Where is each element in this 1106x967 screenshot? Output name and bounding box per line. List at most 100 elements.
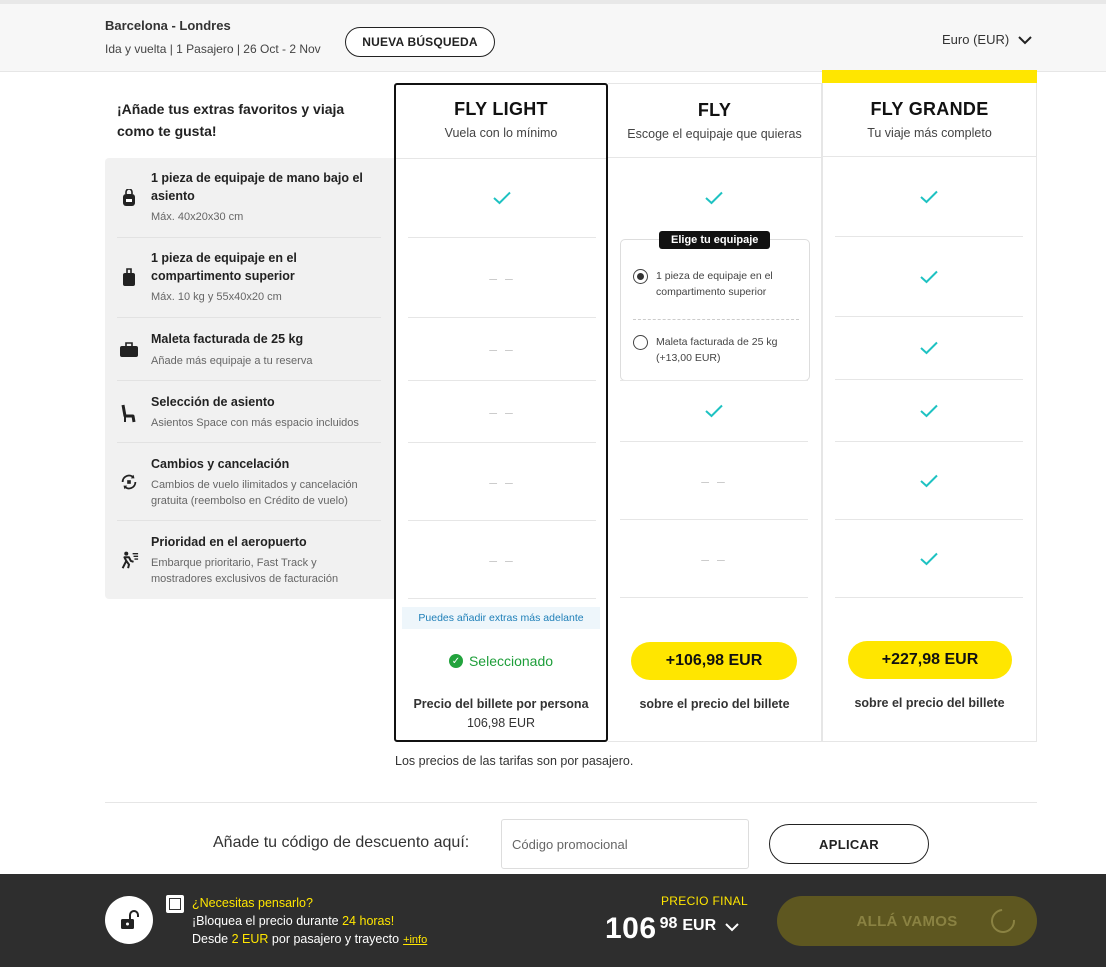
price-label: Precio del billete por persona — [413, 697, 589, 711]
feature-subtitle: Asientos Space con más espacio incluidos — [151, 417, 359, 429]
fare-cell: – – — [408, 521, 596, 599]
row-divider — [620, 380, 808, 381]
fare-description: Vuela con lo mínimo — [444, 126, 558, 140]
feature-row: 1 pieza de equipaje en el compartimento … — [117, 238, 381, 318]
fare-cell: – – — [408, 381, 596, 443]
fare-fly-light[interactable]: FLY LIGHT Vuela con lo mínimo – – – – – … — [394, 83, 608, 742]
fare-cell — [835, 157, 1023, 237]
final-price-integer: 106 — [605, 912, 657, 945]
chevron-down-icon — [725, 923, 739, 932]
top-bar: Barcelona - Londres Ida y vuelta | 1 Pas… — [0, 0, 1106, 72]
check-icon — [920, 404, 938, 417]
radio-selected[interactable] — [633, 269, 648, 284]
fare-cell — [835, 380, 1023, 442]
fare-cell: – – — [408, 318, 596, 381]
radio-unselected[interactable] — [633, 335, 648, 350]
feature-subtitle: Añade más equipaje a tu reserva — [151, 355, 313, 367]
hold-price-checkbox[interactable] — [166, 895, 184, 913]
suitcase-icon — [119, 340, 139, 360]
final-price-currency: EUR — [682, 917, 717, 934]
not-included-dash: – – — [701, 472, 727, 489]
not-included-dash: – – — [489, 341, 515, 357]
priority-icon — [119, 550, 139, 570]
feature-row: Selección de asiento Asientos Space con … — [117, 381, 381, 443]
fare-cell: – – — [620, 442, 808, 520]
new-search-button[interactable]: NUEVA BÚSQUEDA — [345, 27, 495, 57]
chevron-down-icon — [1018, 35, 1032, 44]
more-info-link[interactable]: +info — [403, 934, 427, 946]
baggage-option-checked[interactable]: Maleta facturada de 25 kg (+13,00 EUR) — [633, 334, 801, 366]
currency-selector[interactable]: Euro (EUR) — [942, 32, 1033, 47]
check-icon — [920, 190, 938, 203]
check-icon — [920, 341, 938, 355]
fare-cell — [835, 237, 1023, 317]
final-price-decimals: 98 — [659, 915, 678, 932]
apply-button[interactable]: APLICAR — [769, 824, 929, 864]
fare-name: FLY — [697, 100, 732, 120]
seat-icon — [119, 403, 139, 423]
extras-intro: ¡Añade tus extras favoritos y viaja como… — [117, 101, 345, 139]
feature-row: Maleta facturada de 25 kg Añade más equi… — [117, 318, 381, 381]
fare-description: Escoge el equipaje que quieras — [627, 127, 802, 141]
hold-text: ¡Bloquea el precio durante — [192, 914, 343, 928]
check-icon — [705, 191, 723, 205]
change-icon — [119, 472, 139, 492]
fare-footnote: Los precios de las tarifas son por pasaj… — [395, 754, 634, 768]
not-included-dash: – – — [701, 550, 727, 567]
trip-details: Ida y vuelta | 1 Pasajero | 26 Oct - 2 N… — [105, 42, 321, 56]
recommended-highlight-bar — [822, 70, 1037, 83]
unlock-icon — [105, 896, 153, 944]
fare-fly-grande[interactable]: FLY GRANDE Tu viaje más completo +227,98… — [822, 83, 1037, 742]
check-circle-icon: ✓ — [448, 654, 463, 668]
select-fly-button[interactable]: +106,98 EUR — [631, 642, 797, 680]
feature-title: Maleta facturada de 25 kg — [151, 332, 304, 346]
route: Barcelona - Londres — [105, 18, 231, 33]
fare-header: FLY Escoge el equipaje que quieras — [608, 84, 821, 158]
continue-button[interactable]: ALLÁ VAMOS — [777, 896, 1037, 946]
selected-label: Seleccionado — [468, 653, 554, 669]
fare-fly[interactable]: FLY Escoge el equipaje que quieras Elige… — [608, 83, 822, 742]
final-price[interactable]: 106 98 EUR — [605, 912, 740, 946]
bottom-bar: ¿Necesitas pensarlo? ¡Bloquea el precio … — [0, 874, 1106, 967]
hold-price: 2 EUR — [231, 932, 269, 946]
option-label: 1 pieza de equipaje en el compartimento … — [656, 270, 773, 298]
feature-row: Prioridad en el aeropuerto Embarque prio… — [117, 521, 381, 599]
price-label: sobre el precio del billete — [639, 697, 790, 711]
add-extras-later-note: Puedes añadir extras más adelante — [402, 607, 600, 629]
hold-text: Desde — [192, 932, 232, 946]
promo-code-input[interactable] — [501, 819, 749, 869]
hold-price-line2: Desde 2 EUR por pasajero y trayecto +info — [192, 932, 427, 946]
fare-cell: – – — [620, 520, 808, 598]
baggage-chooser: Elige tu equipaje 1 pieza de equipaje en… — [620, 231, 810, 381]
feature-row: Cambios y cancelación Cambios de vuelo i… — [117, 443, 381, 521]
fare-cell: – – — [408, 238, 596, 318]
continue-label: ALLÁ VAMOS — [856, 912, 958, 930]
fare-cell — [835, 442, 1023, 520]
not-included-dash: – – — [489, 551, 515, 568]
feature-title: 1 pieza de equipaje de mano bajo el asie… — [151, 171, 363, 203]
feature-title: Selección de asiento — [151, 395, 275, 409]
features-list: 1 pieza de equipaje de mano bajo el asie… — [105, 158, 395, 599]
divider — [105, 802, 1037, 803]
fare-cell — [835, 317, 1023, 380]
selected-status: ✓ Seleccionado — [396, 653, 606, 669]
final-price-label: PRECIO FINAL — [661, 894, 748, 908]
check-icon — [493, 191, 511, 204]
fare-name: FLY GRANDE — [870, 99, 989, 119]
feature-title: Cambios y cancelación — [151, 457, 290, 471]
feature-subtitle: Embarque prioritario, Fast Track y mostr… — [151, 557, 339, 585]
baggage-option-cabin[interactable]: 1 pieza de equipaje en el compartimento … — [633, 268, 801, 300]
check-icon — [920, 474, 938, 487]
fare-header: FLY LIGHT Vuela con lo mínimo — [396, 85, 606, 159]
not-included-dash: – – — [489, 269, 515, 286]
feature-subtitle: Cambios de vuelo ilimitados y cancelació… — [151, 479, 358, 507]
hold-duration: 24 horas! — [342, 914, 395, 928]
select-fly-grande-button[interactable]: +227,98 EUR — [848, 641, 1012, 679]
divider — [633, 319, 799, 320]
feature-subtitle: Máx. 10 kg y 55x40x20 cm — [151, 291, 282, 303]
discount-label: Añade tu código de descuento aquí: — [213, 834, 470, 851]
price-label: sobre el precio del billete — [854, 696, 1005, 710]
check-icon — [705, 404, 723, 418]
hold-price-title: ¿Necesitas pensarlo? — [192, 896, 313, 910]
check-icon — [920, 552, 938, 565]
